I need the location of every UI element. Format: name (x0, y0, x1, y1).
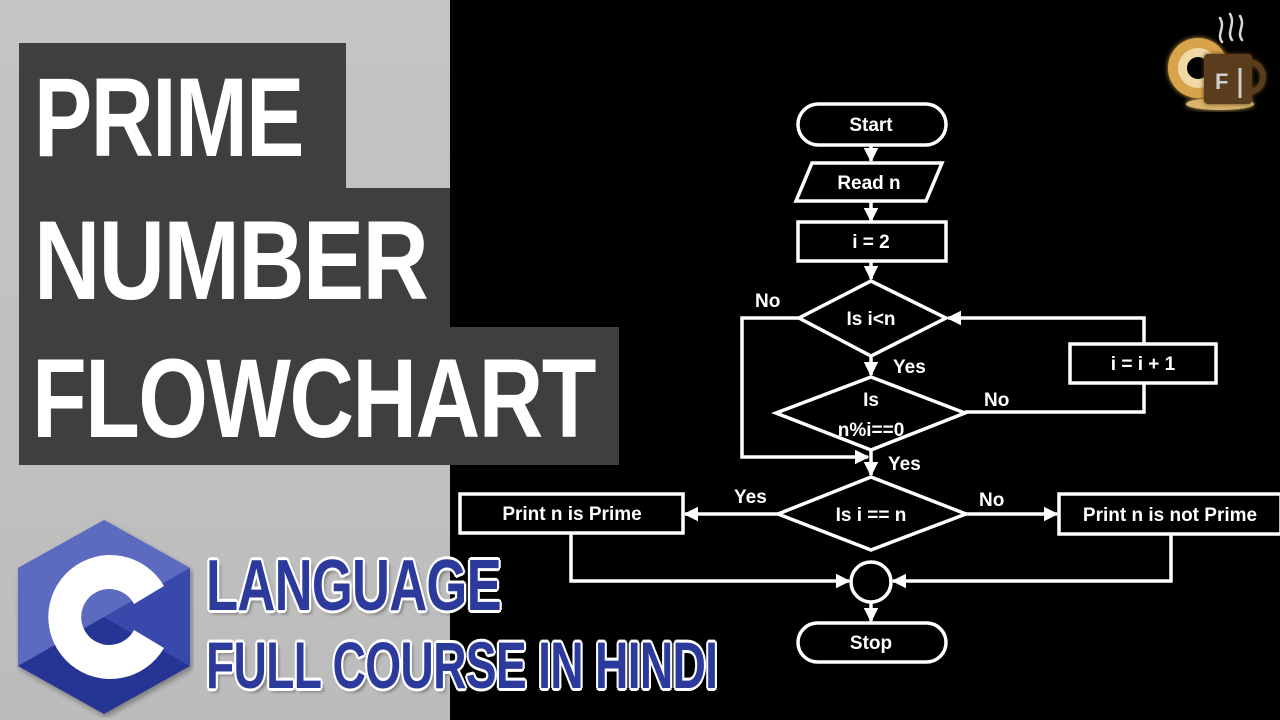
edge-increment-loop (946, 310, 1146, 344)
edge-label-loop-yes: Yes (893, 357, 926, 378)
node-label-read: Read n (837, 173, 900, 194)
node-label-start: Start (849, 115, 893, 136)
edge-prime-connector (569, 533, 851, 589)
node-label-cond-loop: Is i<n (846, 309, 895, 330)
edge-label-mod-yes: Yes (888, 454, 921, 475)
prime-number-flowchart: Start Read n i = 2 Is i<n Is n%i==0 i = … (458, 102, 1280, 664)
node-label-cond-equal: Is i == n (836, 505, 907, 526)
node-label-init: i = 2 (852, 232, 890, 253)
edge-label-equal-yes: Yes (734, 487, 767, 508)
edge-label-equal-no: No (979, 490, 1004, 511)
edge-label-mod-no: No (984, 390, 1009, 411)
node-label-cond-mod-2: n%i==0 (838, 420, 905, 441)
node-label-print-prime: Print n is Prime (502, 504, 641, 525)
node-label-print-not-prime: Print n is not Prime (1083, 505, 1257, 526)
edge-label-loop-no: No (755, 291, 780, 312)
node-label-cond-mod-1: Is (863, 390, 879, 411)
connector-node (849, 560, 893, 604)
node-label-increment: i = i + 1 (1111, 354, 1176, 375)
edge-not-prime-connector (891, 534, 1173, 589)
node-label-stop: Stop (850, 633, 892, 654)
